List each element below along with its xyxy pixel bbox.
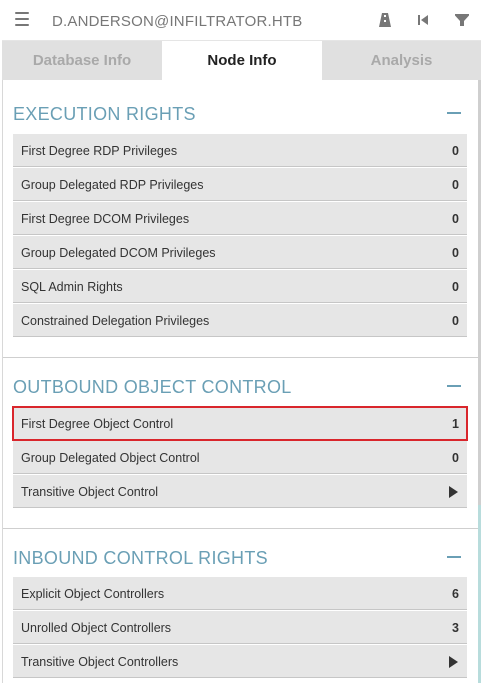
section-execution-rights: EXECUTION RIGHTS bbox=[3, 80, 479, 124]
row-count: 0 bbox=[452, 178, 459, 192]
row-group-delegated-dcom[interactable]: Group Delegated DCOM Privileges 0 bbox=[13, 236, 467, 269]
row-count: 3 bbox=[452, 621, 459, 635]
row-count: 0 bbox=[452, 144, 459, 158]
play-arrow-icon bbox=[449, 656, 458, 668]
row-count: 1 bbox=[452, 417, 459, 431]
filter-icon[interactable] bbox=[453, 11, 471, 29]
row-sql-admin-rights[interactable]: SQL Admin Rights 0 bbox=[13, 270, 467, 303]
collapse-icon[interactable] bbox=[447, 112, 461, 114]
row-transitive-object-control[interactable]: Transitive Object Control bbox=[13, 475, 467, 508]
row-label: Constrained Delegation Privileges bbox=[21, 314, 210, 328]
row-count: 0 bbox=[452, 280, 459, 294]
row-label: SQL Admin Rights bbox=[21, 280, 123, 294]
row-label: Transitive Object Control bbox=[21, 485, 159, 499]
row-group-delegated-object-control[interactable]: Group Delegated Object Control 0 bbox=[13, 441, 467, 474]
row-label: First Degree RDP Privileges bbox=[21, 144, 178, 158]
menu-icon[interactable] bbox=[15, 12, 29, 26]
row-count: 0 bbox=[452, 451, 459, 465]
section-header[interactable]: INBOUND CONTROL RIGHTS bbox=[3, 524, 479, 568]
row-first-degree-dcom[interactable]: First Degree DCOM Privileges 0 bbox=[13, 202, 467, 235]
row-label: First Degree Object Control bbox=[21, 417, 174, 431]
section-header[interactable]: EXECUTION RIGHTS bbox=[3, 80, 479, 124]
section-outbound-object-control: OUTBOUND OBJECT CONTROL bbox=[3, 353, 479, 397]
tab-bar: Database Info Node Info Analysis bbox=[2, 41, 481, 80]
section-title: OUTBOUND OBJECT CONTROL bbox=[13, 377, 292, 397]
section-inbound-control-rights: INBOUND CONTROL RIGHTS bbox=[3, 524, 479, 568]
collapse-icon[interactable] bbox=[447, 385, 461, 387]
row-group-delegated-rdp[interactable]: Group Delegated RDP Privileges 0 bbox=[13, 168, 467, 201]
row-count: 0 bbox=[452, 212, 459, 226]
row-label: Unrolled Object Controllers bbox=[21, 621, 172, 635]
row-unrolled-object-controllers[interactable]: Unrolled Object Controllers 3 bbox=[13, 611, 467, 644]
scrollbar[interactable] bbox=[478, 80, 481, 683]
row-count: 0 bbox=[452, 314, 459, 328]
row-first-degree-rdp[interactable]: First Degree RDP Privileges 0 bbox=[13, 134, 467, 167]
row-constrained-delegation[interactable]: Constrained Delegation Privileges 0 bbox=[13, 304, 467, 337]
row-first-degree-object-control[interactable]: First Degree Object Control 1 bbox=[12, 406, 468, 441]
row-transitive-object-controllers[interactable]: Transitive Object Controllers bbox=[13, 645, 467, 678]
row-label: Transitive Object Controllers bbox=[21, 655, 179, 669]
row-explicit-object-controllers[interactable]: Explicit Object Controllers 6 bbox=[13, 577, 467, 610]
tab-database-info[interactable]: Database Info bbox=[2, 41, 162, 80]
back-icon[interactable] bbox=[414, 11, 432, 29]
tab-node-info[interactable]: Node Info bbox=[162, 41, 322, 80]
row-label: Group Delegated Object Control bbox=[21, 451, 200, 465]
node-info-panel: D.ANDERSON@INFILTRATOR.HTB Database Info… bbox=[2, 0, 481, 683]
section-title: INBOUND CONTROL RIGHTS bbox=[13, 548, 268, 568]
tab-analysis[interactable]: Analysis bbox=[322, 41, 481, 80]
row-label: Explicit Object Controllers bbox=[21, 587, 165, 601]
row-label: First Degree DCOM Privileges bbox=[21, 212, 190, 226]
scrollbar-thumb[interactable] bbox=[478, 505, 481, 683]
section-header[interactable]: OUTBOUND OBJECT CONTROL bbox=[3, 353, 479, 397]
row-label: Group Delegated RDP Privileges bbox=[21, 178, 204, 192]
section-title: EXECUTION RIGHTS bbox=[13, 104, 196, 124]
node-name: D.ANDERSON@INFILTRATOR.HTB bbox=[52, 13, 303, 30]
search-bar: D.ANDERSON@INFILTRATOR.HTB bbox=[2, 0, 481, 41]
row-label: Group Delegated DCOM Privileges bbox=[21, 246, 216, 260]
play-arrow-icon bbox=[449, 486, 458, 498]
path-icon[interactable] bbox=[376, 11, 394, 29]
row-count: 0 bbox=[452, 246, 459, 260]
collapse-icon[interactable] bbox=[447, 556, 461, 558]
node-info-content: EXECUTION RIGHTS First Degree RDP Privil… bbox=[2, 80, 479, 683]
row-count: 6 bbox=[452, 587, 459, 601]
